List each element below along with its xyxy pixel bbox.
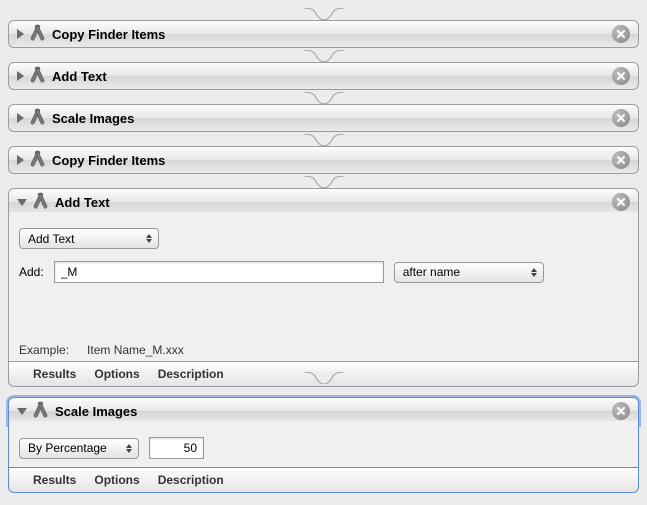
action-header[interactable]: Copy Finder Items [8,146,639,174]
chevron-updown-icon [124,444,134,453]
connector [8,176,639,188]
connector [8,50,639,62]
scale-mode-popup[interactable]: By Percentage [19,438,139,459]
connector-top [8,8,639,20]
action-title: Add Text [55,195,612,210]
close-icon[interactable] [612,109,630,127]
action-header[interactable]: Add Text [8,62,639,90]
action-scale-images-expanded: Scale Images By Percentage Results Optio… [8,397,639,497]
action-header[interactable]: Scale Images [8,104,639,132]
tools-icon [30,152,46,168]
tools-icon [33,194,49,210]
disclosure-triangle-icon[interactable] [17,113,24,123]
action-footer: Results Options Description [8,361,639,387]
close-icon[interactable] [612,25,630,43]
add-text-input[interactable] [54,261,384,283]
example-value: Item Name_M.xxx [87,343,184,357]
action-copy-finder-items-2: Copy Finder Items [8,146,639,174]
chevron-updown-icon [529,268,539,277]
action-title: Scale Images [52,111,612,126]
disclosure-triangle-icon[interactable] [17,408,27,415]
action-add-text-1: Add Text [8,62,639,90]
tab-options[interactable]: Options [94,473,139,487]
tab-description[interactable]: Description [158,473,224,487]
tab-results[interactable]: Results [33,367,76,381]
popup-label: By Percentage [28,441,107,455]
add-label: Add: [19,265,44,279]
action-header[interactable]: Copy Finder Items [8,20,639,48]
popup-label: after name [403,265,460,279]
action-scale-images-1: Scale Images [8,104,639,132]
close-icon[interactable] [612,402,630,420]
action-title: Add Text [52,69,612,84]
disclosure-triangle-icon[interactable] [17,71,24,81]
disclosure-triangle-icon[interactable] [17,29,24,39]
close-icon[interactable] [612,67,630,85]
action-title: Copy Finder Items [52,27,612,42]
tab-results[interactable]: Results [33,473,76,487]
mode-popup[interactable]: Add Text [19,228,159,249]
example-label: Example: [19,343,69,357]
tools-icon [30,110,46,126]
connector [8,134,639,146]
action-body: By Percentage [8,421,639,471]
tools-icon [33,403,49,419]
action-add-text-expanded: Add Text Add Text Add: after name Exampl… [8,188,639,391]
connector [8,92,639,104]
disclosure-triangle-icon[interactable] [17,199,27,206]
close-icon[interactable] [612,151,630,169]
popup-label: Add Text [28,232,74,246]
action-title: Scale Images [55,404,612,419]
close-icon[interactable] [612,193,630,211]
connector-notch-icon [304,372,344,387]
tools-icon [30,68,46,84]
action-title: Copy Finder Items [52,153,612,168]
tools-icon [30,26,46,42]
tab-description[interactable]: Description [158,367,224,381]
action-body: Add Text Add: after name Example: Item N… [8,212,639,365]
tab-options[interactable]: Options [94,367,139,381]
disclosure-triangle-icon[interactable] [17,155,24,165]
chevron-updown-icon [144,234,154,243]
action-copy-finder-items-1: Copy Finder Items [8,20,639,48]
position-popup[interactable]: after name [394,262,544,283]
scale-value-input[interactable] [149,437,204,459]
action-footer: Results Options Description [8,467,639,493]
